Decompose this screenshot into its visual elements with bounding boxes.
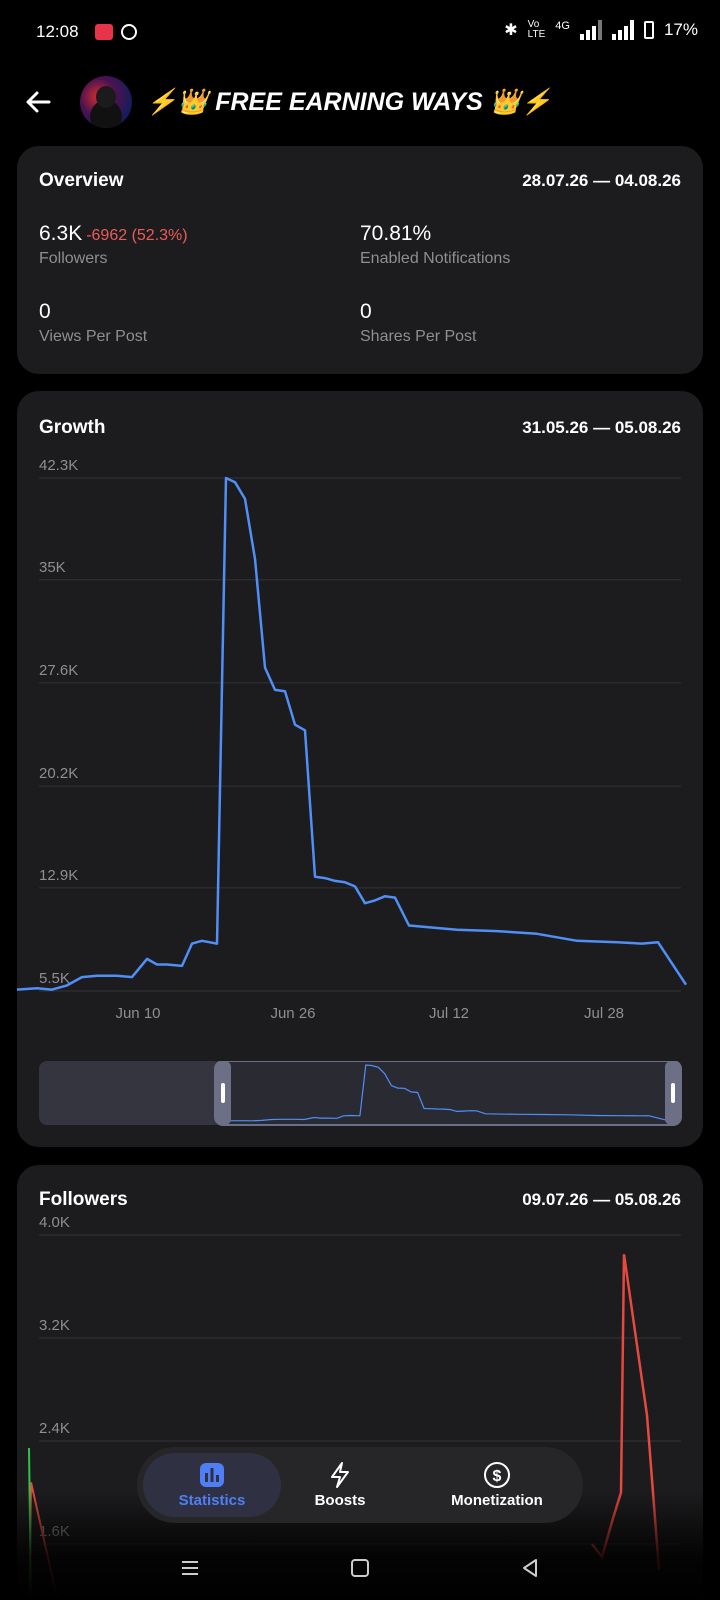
views-label: Views Per Post <box>39 328 148 345</box>
notifications-value: 70.81% <box>360 222 432 245</box>
recents-button[interactable] <box>180 1560 200 1576</box>
followers-delta: -6962 (52.3%) <box>86 227 188 244</box>
lightning-icon <box>326 1461 354 1489</box>
overview-title: Overview <box>39 170 124 191</box>
growth-x-tick: Jun 10 <box>115 1005 160 1022</box>
notifications-stat: 70.81% Enabled Notifications <box>360 222 510 268</box>
bar-chart-icon <box>198 1461 226 1489</box>
growth-x-tick: Jul 12 <box>429 1005 469 1022</box>
tab-statistics[interactable]: Statistics <box>143 1453 281 1517</box>
status-indicators: ✱ Vo LTE 4G 17% <box>504 20 698 40</box>
tab-monetization[interactable]: $ Monetization <box>427 1453 567 1517</box>
media-notification-icon <box>120 24 137 40</box>
growth-card: Growth 31.05.26 — 05.08.26 42.3K 35K 27.6K… <box>17 391 703 1147</box>
battery-icon <box>643 21 654 39</box>
followers-label: Followers <box>39 250 108 267</box>
views-value: 0 <box>39 300 51 323</box>
app-notification-icon <box>94 24 113 40</box>
growth-y-tick: 5.5K <box>39 970 70 987</box>
tab-monetization-label: Monetization <box>451 1492 543 1509</box>
channel-title: ⚡👑 FREE EARNING WAYS 👑⚡ <box>146 87 553 116</box>
followers-stat: 6.3K -6962 (52.3%) Followers <box>39 222 188 268</box>
signal-1-icon <box>579 20 602 40</box>
tab-statistics-label: Statistics <box>178 1492 246 1509</box>
shares-label: Shares Per Post <box>360 328 477 345</box>
overview-card: Overview 28.07.26 — 04.08.26 6.3K -6962 (… <box>17 146 703 374</box>
growth-y-tick: 12.9K <box>39 867 78 884</box>
channel-avatar[interactable] <box>80 76 132 128</box>
growth-y-tick: 27.6K <box>39 662 78 679</box>
tab-boosts-label: Boosts <box>314 1492 366 1509</box>
followers-y-tick: 4.0K <box>39 1214 70 1231</box>
network-type: 4G <box>555 20 570 32</box>
back-button[interactable] <box>24 88 52 116</box>
views-stat: 0 Views Per Post <box>39 300 147 346</box>
system-navigation <box>0 1548 720 1588</box>
signal-2-icon <box>611 20 634 40</box>
bottom-tab-bar: Statistics Boosts $ Monetization <box>137 1447 583 1523</box>
growth-y-tick: 20.2K <box>39 765 78 782</box>
tab-boosts[interactable]: Boosts <box>287 1453 393 1517</box>
status-time: 12:08 <box>36 22 79 41</box>
shares-stat: 0 Shares Per Post <box>360 300 477 346</box>
followers-y-tick: 3.2K <box>39 1317 70 1334</box>
followers-y-tick: 2.4K <box>39 1420 70 1437</box>
arrow-left-icon <box>26 91 51 113</box>
overview-range[interactable]: 28.07.26 — 04.08.26 <box>522 171 681 191</box>
shares-value: 0 <box>360 300 372 323</box>
navigator-right-grip <box>671 1083 675 1103</box>
volte-icon: Vo LTE <box>527 19 546 40</box>
battery-level: 17% <box>663 20 698 39</box>
followers-value: 6.3K <box>39 222 83 245</box>
notifications-label: Enabled Notifications <box>360 250 511 267</box>
navigator-dimmed-region <box>39 1061 221 1125</box>
svg-text:$: $ <box>493 1468 502 1485</box>
range-navigator[interactable] <box>17 1061 703 1131</box>
back-nav-button[interactable] <box>520 1558 540 1578</box>
growth-x-tick: Jul 28 <box>584 1005 624 1022</box>
growth-y-tick: 42.3K <box>39 457 78 474</box>
home-button[interactable] <box>350 1558 370 1578</box>
bluetooth-icon: ✱ <box>504 22 518 39</box>
channel-header: ⚡👑 FREE EARNING WAYS 👑⚡ <box>0 72 720 132</box>
growth-y-tick: 35K <box>39 559 66 576</box>
growth-x-tick: Jun 26 <box>270 1005 315 1022</box>
growth-chart[interactable]: 42.3K 35K 27.6K 20.2K 12.9K 5.5K Jun 10 Jun 26… <box>17 391 703 1131</box>
dollar-icon: $ <box>483 1461 511 1489</box>
navigator-left-grip <box>221 1083 225 1103</box>
growth-series-line <box>17 476 688 991</box>
